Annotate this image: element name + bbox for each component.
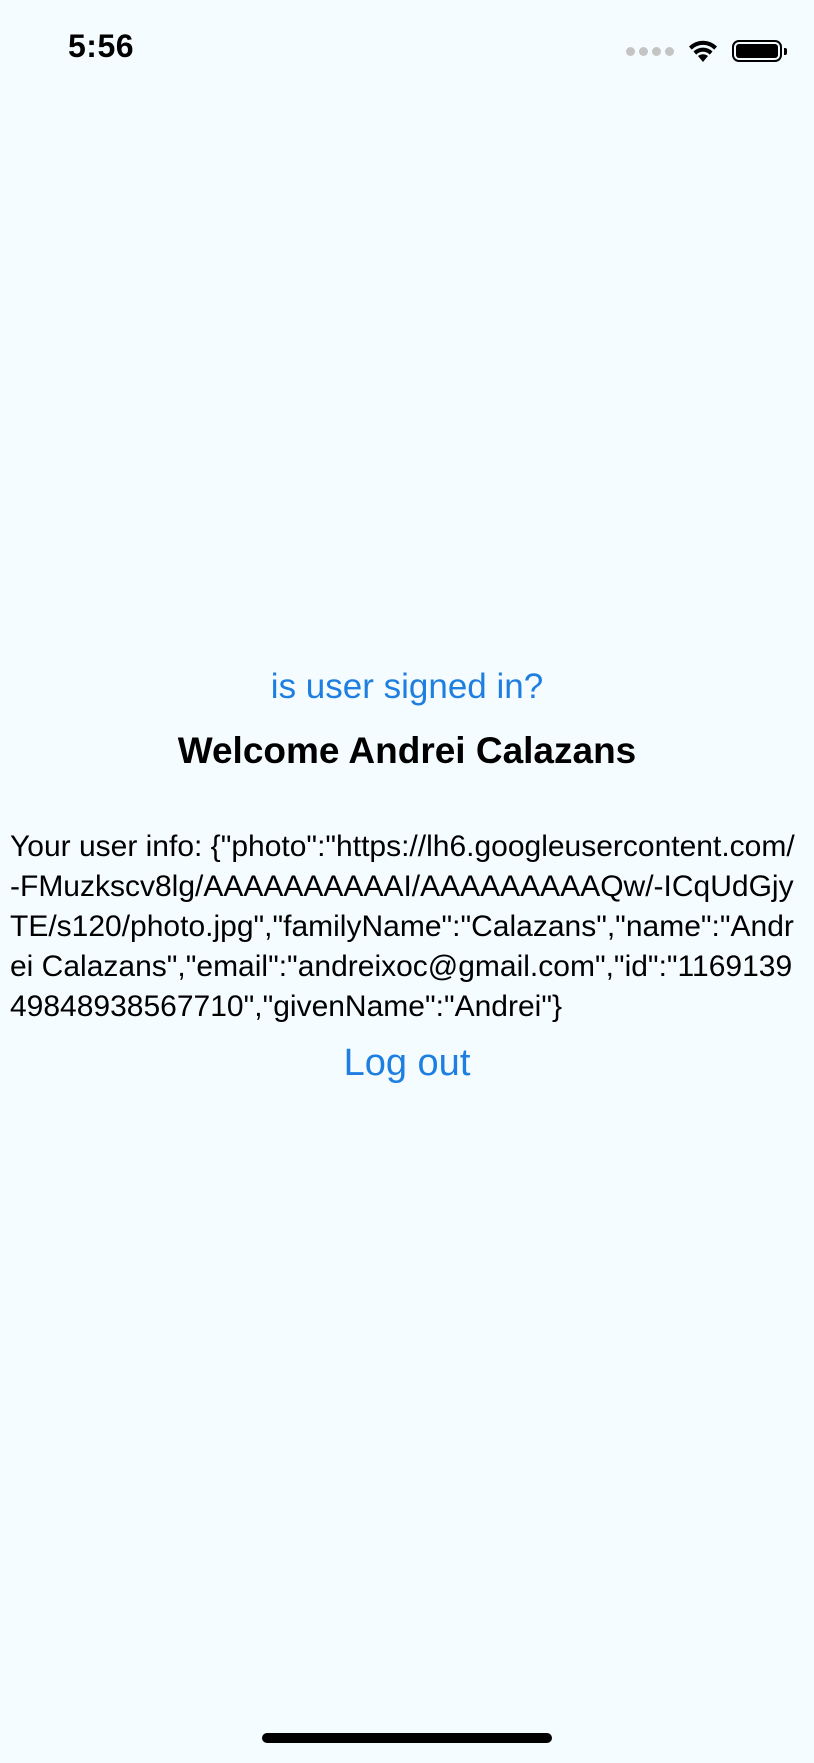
signal-icon [626,46,674,56]
battery-icon [732,40,787,62]
is-user-signed-in-link[interactable]: is user signed in? [0,655,814,719]
status-icons [626,36,787,66]
status-time: 5:56 [68,28,135,64]
wifi-icon [689,40,717,62]
status-bar: 5:56 [0,0,814,100]
welcome-heading: Welcome Andrei Calazans [177,730,637,771]
home-indicator[interactable] [262,1733,552,1743]
main-content: is user signed in? Welcome Andrei Calaza… [0,655,814,1095]
user-info-text: Your user info: {"photo":"https://lh6.go… [10,830,795,1023]
logout-link[interactable]: Log out [0,1031,814,1095]
